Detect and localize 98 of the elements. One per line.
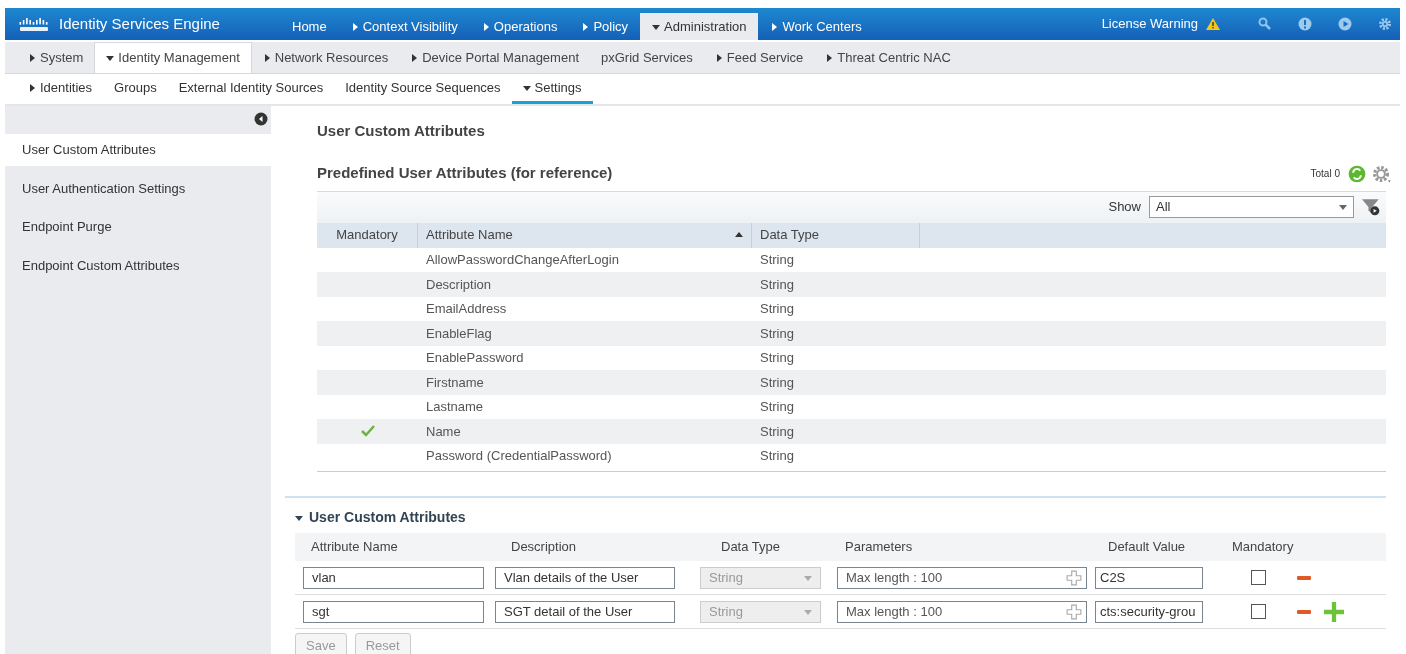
- sidebar-item[interactable]: Endpoint Purge: [5, 211, 271, 243]
- nav-tab[interactable]: Identities: [17, 74, 104, 104]
- column-header[interactable]: Mandatory: [317, 222, 418, 248]
- section-title: Predefined User Attributes (for reference): [317, 163, 613, 184]
- caret-icon: [350, 22, 359, 31]
- column-header: Attribute Name: [311, 538, 399, 557]
- caret-icon: [481, 22, 490, 31]
- checkbox[interactable]: [1251, 570, 1266, 585]
- nav-tab[interactable]: Home: [280, 13, 339, 40]
- table-cell-text: EnablePassword: [425, 349, 525, 367]
- caret-icon: [522, 83, 531, 92]
- table-cell-text: String: [759, 324, 795, 343]
- sidebar-item[interactable]: Endpoint Custom Attributes: [5, 249, 271, 281]
- table-cell-text: String: [759, 422, 795, 441]
- add-icon[interactable]: [1066, 569, 1082, 586]
- gear-icon[interactable]: [1370, 164, 1392, 183]
- nav-tab[interactable]: Identity Source Sequences: [334, 74, 512, 104]
- table-cell-text: String: [759, 300, 795, 318]
- caret-icon: [410, 53, 419, 62]
- input-field[interactable]: cts:security-grou: [1095, 600, 1203, 623]
- settings-icon[interactable]: [1378, 17, 1392, 31]
- input-field[interactable]: sgt: [303, 600, 484, 623]
- nav-tab[interactable]: Context Visibility: [338, 13, 470, 40]
- column-header: Mandatory: [1232, 538, 1295, 557]
- add-icon[interactable]: [1066, 603, 1082, 620]
- nav-tab[interactable]: pxGrid Services: [590, 42, 704, 73]
- column-header[interactable]: Data Type: [752, 222, 920, 248]
- nav-tab[interactable]: Groups: [103, 74, 168, 104]
- show-label: Show: [1108, 198, 1141, 217]
- caret-icon: [106, 54, 115, 62]
- nav-tab[interactable]: Policy: [569, 13, 641, 40]
- nav-tab[interactable]: Work Centers: [758, 13, 874, 40]
- nav-tab[interactable]: External Identity Sources: [167, 74, 335, 104]
- table-cell-text: String: [759, 251, 795, 269]
- license-warning-link[interactable]: License Warning: [1089, 14, 1232, 34]
- table-cell-text: String: [759, 447, 795, 465]
- checkbox[interactable]: [1251, 604, 1266, 619]
- sidebar-item[interactable]: User Custom Attributes: [5, 134, 271, 166]
- caret-icon: [652, 22, 661, 31]
- search-icon[interactable]: [1258, 17, 1272, 31]
- nav-tab[interactable]: Feed Service: [703, 42, 815, 73]
- caret-icon: [262, 53, 271, 62]
- play-icon[interactable]: [1338, 17, 1352, 31]
- column-header: Description: [511, 538, 578, 557]
- total-count: Total 0: [1310, 167, 1340, 181]
- caret-icon: [714, 53, 723, 62]
- caret-icon: [581, 22, 590, 31]
- input-field[interactable]: C2S: [1095, 566, 1203, 589]
- table-cell-text: Firstname: [425, 373, 485, 392]
- nav-tab[interactable]: Identity Management: [94, 42, 252, 73]
- nav-tab[interactable]: Threat Centric NAC: [814, 42, 962, 73]
- table-cell-text: Password (CredentialPassword): [425, 447, 613, 465]
- parameters-field[interactable]: Max length : 100: [837, 566, 1087, 589]
- column-header[interactable]: Attribute Name: [418, 222, 752, 248]
- caret-icon: [804, 607, 812, 616]
- table-cell-text: String: [759, 398, 795, 416]
- nav-tab[interactable]: Operations: [469, 13, 570, 40]
- show-dropdown[interactable]: All: [1149, 196, 1354, 218]
- refresh-icon[interactable]: [1348, 164, 1366, 183]
- table-cell-text: AllowPasswordChangeAfterLogin: [425, 251, 620, 269]
- column-header: Parameters: [845, 538, 914, 557]
- table-cell-text: String: [759, 275, 795, 294]
- caret-icon: [770, 22, 779, 31]
- product-name: Identity Services Engine: [59, 13, 220, 34]
- caret-icon: [295, 513, 303, 522]
- table-cell-text: String: [759, 373, 795, 392]
- column-header: Default Value: [1108, 538, 1187, 557]
- table-cell-text: String: [759, 349, 795, 367]
- table-cell-text: Name: [425, 422, 462, 441]
- filter-icon[interactable]: [1362, 198, 1380, 216]
- input-field[interactable]: Vlan details of the User: [495, 566, 675, 589]
- table-cell-text: Lastname: [425, 398, 485, 416]
- input-field[interactable]: vlan: [303, 566, 484, 589]
- caret-icon: [735, 231, 743, 239]
- sidebar-item[interactable]: User Authentication Settings: [5, 172, 271, 204]
- collapse-icon[interactable]: [254, 112, 268, 126]
- caret-icon: [825, 53, 834, 62]
- table-cell-text: EnableFlag: [425, 324, 493, 343]
- table-cell-text: EmailAddress: [425, 300, 508, 318]
- nav-tab[interactable]: Administration: [640, 13, 759, 40]
- table-cell-text: Description: [425, 275, 493, 294]
- caret-icon: [28, 53, 36, 62]
- nav-tab[interactable]: Device Portal Management: [399, 42, 590, 73]
- caret-icon: [804, 573, 812, 582]
- nav-tab[interactable]: Settings: [511, 74, 593, 104]
- caret-icon: [28, 83, 36, 92]
- add-icon[interactable]: [1324, 601, 1344, 622]
- column-header: Data Type: [721, 538, 782, 557]
- warning-icon: [1206, 18, 1220, 30]
- parameters-field[interactable]: Max length : 100: [837, 600, 1087, 623]
- caret-icon: [1339, 203, 1347, 211]
- page-title: User Custom Attributes: [317, 121, 486, 141]
- nav-tab[interactable]: System: [17, 42, 95, 73]
- help-icon[interactable]: [1298, 17, 1312, 31]
- nav-tab[interactable]: Network Resources: [251, 42, 400, 73]
- input-field[interactable]: SGT detail of the User: [495, 600, 675, 623]
- section-toggle[interactable]: User Custom Attributes: [289, 506, 472, 529]
- logo-icon: [19, 16, 49, 32]
